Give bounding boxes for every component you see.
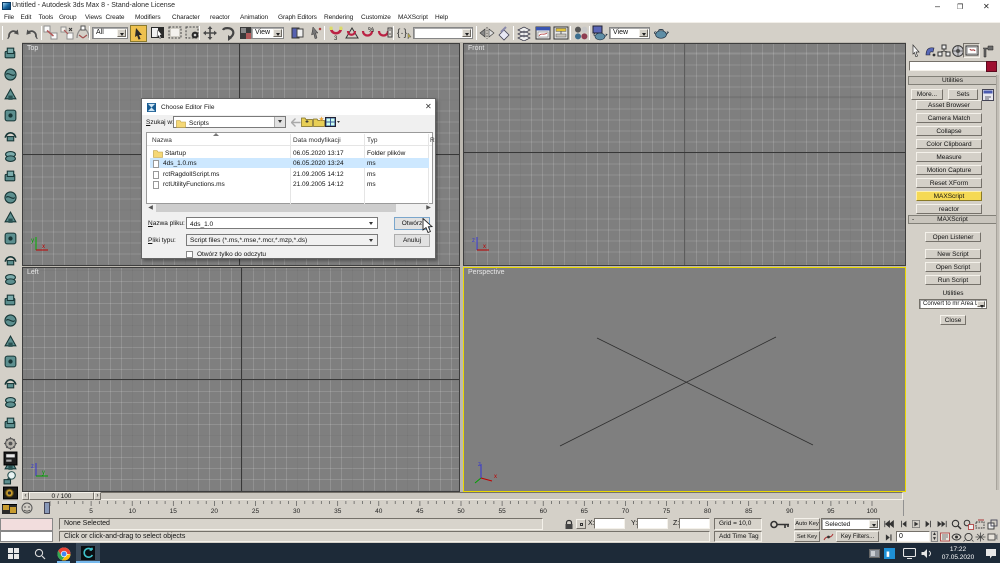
svg-text:95: 95 [827,508,835,515]
svg-text:80: 80 [704,508,712,515]
svg-text:75: 75 [663,508,671,515]
svg-text:{·}: {·} [397,28,408,39]
svg-text:70: 70 [622,508,630,515]
svg-text:30: 30 [293,508,301,515]
svg-text:20: 20 [211,508,219,515]
svg-text:%: % [368,27,374,34]
svg-text:z: z [472,238,475,244]
svg-text:3: 3 [334,36,338,41]
svg-text:x: x [494,474,497,480]
svg-text:y: y [31,238,34,244]
svg-text:10: 10 [129,508,137,515]
svg-text:z: z [478,462,481,468]
svg-text:y: y [42,470,45,476]
svg-text:z: z [31,464,34,470]
svg-text:65: 65 [581,508,589,515]
svg-text:5: 5 [89,508,93,515]
svg-text:60: 60 [540,508,548,515]
svg-text:25: 25 [252,508,260,515]
svg-text:x: x [483,244,486,250]
svg-text:40: 40 [375,508,383,515]
svg-text:15: 15 [170,508,178,515]
svg-text:45: 45 [416,508,424,515]
svg-text:35: 35 [334,508,342,515]
svg-text:100: 100 [867,508,878,515]
svg-text:x: x [42,244,45,250]
svg-text:50: 50 [457,508,465,515]
svg-text:85: 85 [745,508,753,515]
svg-text:90: 90 [786,508,794,515]
svg-text:55: 55 [498,508,506,515]
